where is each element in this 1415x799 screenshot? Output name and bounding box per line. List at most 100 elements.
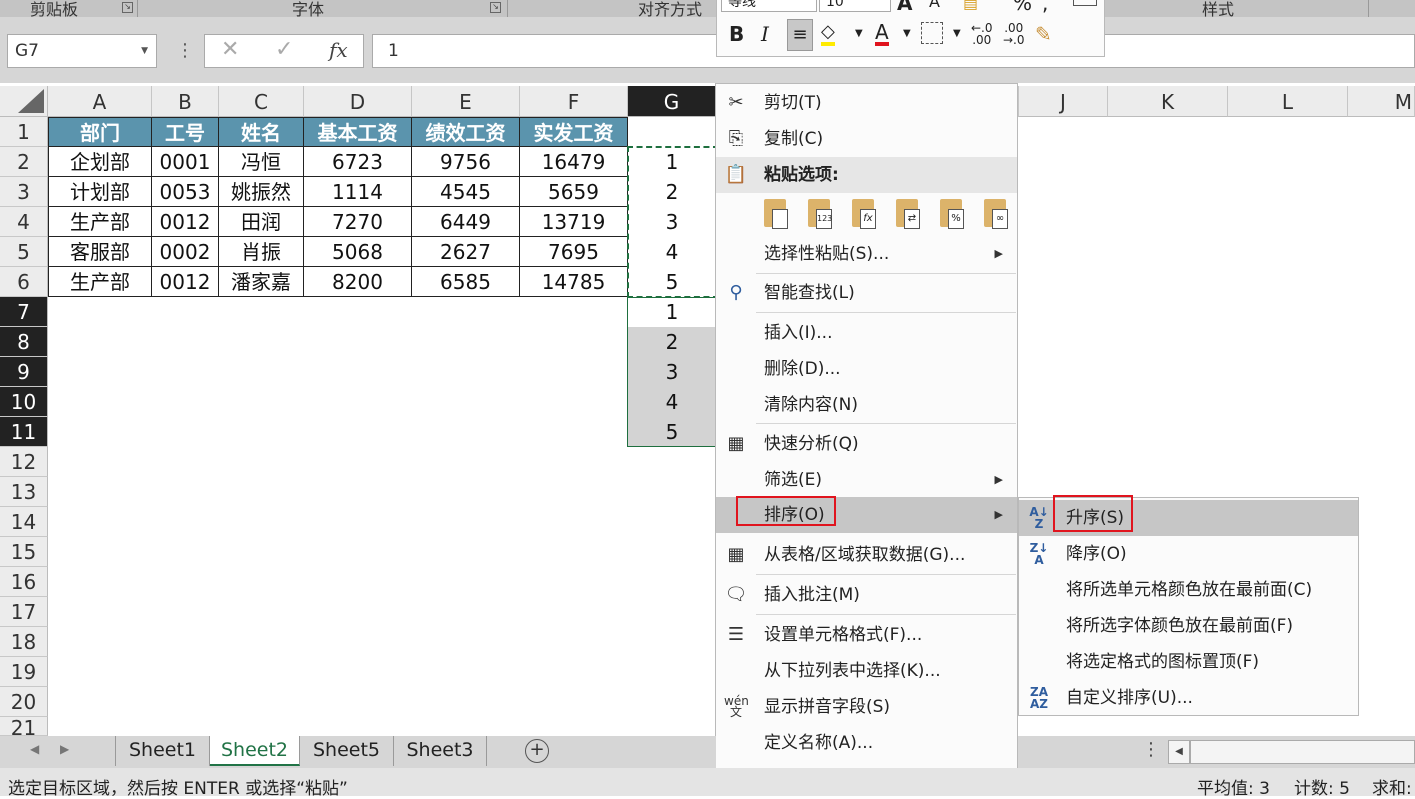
percent-icon[interactable]: %	[1013, 0, 1032, 15]
row-header[interactable]: 16	[0, 567, 48, 597]
select-all-corner[interactable]	[0, 86, 48, 117]
table-cell[interactable]: 13719	[520, 207, 628, 237]
decrease-decimal-icon[interactable]: .00 →.0	[1003, 22, 1025, 46]
cancel-icon[interactable]: ✕	[221, 37, 239, 62]
column-header-f[interactable]: F	[520, 86, 628, 117]
sheet-tab[interactable]: Sheet3	[394, 736, 487, 766]
row-header[interactable]: 13	[0, 477, 48, 507]
shrink-font-icon[interactable]: A	[929, 0, 940, 11]
table-cell[interactable]: 5659	[520, 177, 628, 207]
chevron-down-icon[interactable]: ▼	[855, 28, 863, 39]
table-cell[interactable]: 9756	[412, 147, 520, 177]
column-header-d[interactable]: D	[304, 86, 412, 117]
menu-item-define-name[interactable]: 定义名称(A)...	[716, 725, 1017, 761]
menu-item-delete[interactable]: 删除(D)...	[716, 351, 1017, 387]
submenu-item-descending[interactable]: Z↓ A 降序(O)	[1019, 536, 1358, 572]
paste-formatting-icon[interactable]: %	[936, 197, 970, 233]
paste-link-icon[interactable]: ∞	[980, 197, 1014, 233]
table-cell[interactable]: 6723	[304, 147, 412, 177]
column-header-j[interactable]: J	[1018, 86, 1108, 117]
table-cell[interactable]: 16479	[520, 147, 628, 177]
table-cell[interactable]: 7270	[304, 207, 412, 237]
table-cell[interactable]: 生产部	[48, 267, 152, 297]
menu-item-cut[interactable]: ✂ 剪切(T)	[716, 85, 1017, 121]
submenu-item-custom-sort[interactable]: ZA AZ 自定义排序(U)...	[1019, 680, 1358, 716]
horizontal-scrollbar[interactable]	[1190, 740, 1415, 764]
row-header[interactable]: 18	[0, 627, 48, 657]
table-cell[interactable]: 4545	[412, 177, 520, 207]
table-cell[interactable]: 1114	[304, 177, 412, 207]
table-cell[interactable]: 田润	[219, 207, 304, 237]
table-cell[interactable]: 5068	[304, 237, 412, 267]
menu-item-clear-contents[interactable]: 清除内容(N)	[716, 387, 1017, 423]
number-format-icon[interactable]: ▤	[963, 0, 978, 12]
table-header-cell[interactable]: 绩效工资	[412, 117, 520, 147]
table-cell[interactable]: 姚振然	[219, 177, 304, 207]
menu-item-get-data[interactable]: ▦ 从表格/区域获取数据(G)...	[716, 537, 1017, 573]
table-header-cell[interactable]: 工号	[152, 117, 219, 147]
font-color-icon[interactable]: A	[875, 22, 889, 46]
row-header[interactable]: 1	[0, 117, 48, 147]
column-header-e[interactable]: E	[412, 86, 520, 117]
table-header-cell[interactable]: 部门	[48, 117, 152, 147]
chevron-down-icon[interactable]: ▼	[903, 28, 911, 39]
name-box[interactable]: G7 ▼	[7, 34, 157, 68]
row-header[interactable]: 3	[0, 177, 48, 207]
clipboard-launcher-icon[interactable]: ↘	[122, 2, 133, 13]
table-cell[interactable]: 潘家嘉	[219, 267, 304, 297]
paste-icon[interactable]	[760, 197, 794, 233]
table-cell[interactable]: 2627	[412, 237, 520, 267]
menu-item-quick-analysis[interactable]: ▦ 快速分析(Q)	[716, 426, 1017, 462]
sheet-tab-active[interactable]: Sheet2	[210, 736, 300, 766]
chevron-down-icon[interactable]: ▼	[953, 28, 961, 39]
bold-icon[interactable]: B	[729, 22, 744, 46]
row-header[interactable]: 11	[0, 417, 48, 447]
submenu-item-cell-color[interactable]: 将所选单元格颜色放在最前面(C)	[1019, 572, 1358, 608]
table-cell[interactable]: 0012	[152, 267, 219, 297]
row-header[interactable]: 20	[0, 687, 48, 717]
column-header-m[interactable]: M	[1348, 86, 1415, 117]
menu-item-insert-comment[interactable]: 🗨 插入批注(M)	[716, 577, 1017, 613]
table-cell[interactable]: 6585	[412, 267, 520, 297]
table-header-cell[interactable]: 实发工资	[520, 117, 628, 147]
font-name-box[interactable]: 等线	[721, 0, 817, 12]
paste-transpose-icon[interactable]: ⇄	[892, 197, 926, 233]
table-cell[interactable]: 14785	[520, 267, 628, 297]
row-header[interactable]: 12	[0, 447, 48, 477]
menu-item-insert[interactable]: 插入(I)...	[716, 315, 1017, 351]
row-header[interactable]: 10	[0, 387, 48, 417]
enter-icon[interactable]: ✓	[275, 37, 293, 62]
table-cell[interactable]: 7695	[520, 237, 628, 267]
more-options-icon[interactable]: ⋮	[176, 40, 194, 61]
menu-item-paste-special[interactable]: 选择性粘贴(S)... ▶	[716, 236, 1017, 272]
sheet-tab[interactable]: Sheet1	[115, 736, 210, 766]
table-cell[interactable]: 冯恒	[219, 147, 304, 177]
table-header-cell[interactable]: 基本工资	[304, 117, 412, 147]
chevron-down-icon[interactable]: ▼	[141, 35, 148, 67]
row-header[interactable]: 5	[0, 237, 48, 267]
table-cell[interactable]: 0001	[152, 147, 219, 177]
row-header[interactable]: 19	[0, 657, 48, 687]
menu-item-copy[interactable]: ⎘ 复制(C)	[716, 121, 1017, 157]
menu-item-filter[interactable]: 筛选(E) ▶	[716, 462, 1017, 498]
menu-item-phonetic[interactable]: wén 文 显示拼音字段(S)	[716, 689, 1017, 725]
borders-icon[interactable]	[921, 22, 943, 44]
insert-function-icon[interactable]: fx	[329, 38, 348, 62]
scroll-left-icon[interactable]: ◀	[1168, 740, 1190, 764]
scroll-right-icon[interactable]: ▶	[60, 742, 69, 756]
table-cell[interactable]: 0002	[152, 237, 219, 267]
table-cell[interactable]: 生产部	[48, 207, 152, 237]
fill-color-icon[interactable]: ◇	[821, 22, 835, 46]
column-header-l[interactable]: L	[1228, 86, 1348, 117]
table-header-cell[interactable]: 姓名	[219, 117, 304, 147]
sheet-tab[interactable]: Sheet5	[300, 736, 394, 766]
column-header-b[interactable]: B	[152, 86, 219, 117]
menu-item-pick-from-list[interactable]: 从下拉列表中选择(K)...	[716, 653, 1017, 689]
table-cell[interactable]: 0053	[152, 177, 219, 207]
format-table-icon[interactable]	[1073, 0, 1097, 6]
grow-font-icon[interactable]: A	[897, 0, 912, 15]
comma-icon[interactable]: ,	[1042, 0, 1048, 15]
row-header[interactable]: 7	[0, 297, 48, 327]
row-header[interactable]: 21	[0, 717, 48, 736]
submenu-item-font-color[interactable]: 将所选字体颜色放在最前面(F)	[1019, 608, 1358, 644]
